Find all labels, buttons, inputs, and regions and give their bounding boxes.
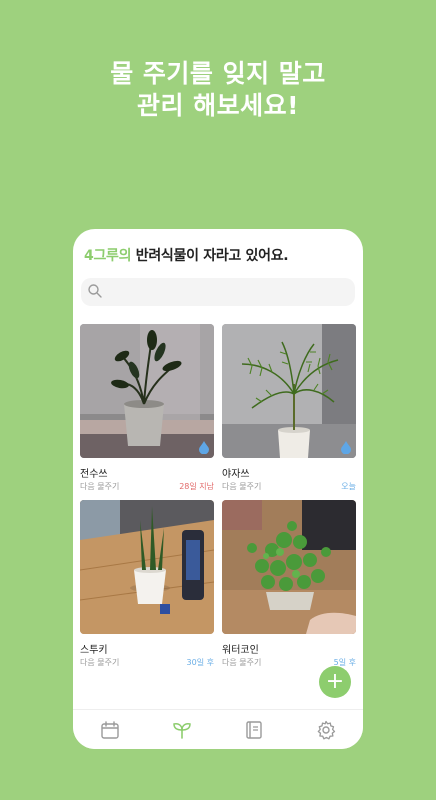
- water-drop-icon: [340, 440, 352, 454]
- gear-icon[interactable]: [315, 719, 337, 741]
- next-water-label: 다음 물주기: [80, 658, 120, 667]
- next-water-label: 다음 물주기: [222, 658, 262, 667]
- headline-line-2: 관리 해보세요!: [136, 91, 300, 120]
- promo-headline: 물 주기를 잊지 말고 관리 해보세요!: [0, 58, 436, 122]
- search-input[interactable]: [81, 278, 355, 306]
- page-title: 4그루의 반려식물이 자라고 있어요.: [84, 245, 289, 265]
- add-plant-button[interactable]: +: [319, 666, 351, 698]
- plant-name: 워터코인: [222, 645, 259, 656]
- plant-photo: [80, 500, 214, 634]
- plant-photo: [80, 324, 214, 458]
- plant-photo: [222, 500, 356, 634]
- water-drop-icon: [198, 440, 210, 454]
- water-due-status: 오늘: [341, 482, 356, 491]
- page-title-rest: 반려식물이 자라고 있어요.: [131, 248, 289, 264]
- sprout-icon[interactable]: [171, 719, 193, 741]
- notebook-icon[interactable]: [243, 719, 265, 741]
- plant-name: 전수쓰: [80, 469, 108, 480]
- water-due-status: 30일 후: [186, 658, 214, 667]
- plant-photo: [222, 324, 356, 458]
- search-icon: [87, 283, 103, 303]
- plant-name: 스투키: [80, 645, 108, 656]
- water-due-status: 28일 지남: [179, 482, 214, 491]
- plant-name: 야자쓰: [222, 469, 250, 480]
- plant-count: 4그루의: [84, 248, 132, 264]
- next-water-label: 다음 물주기: [80, 482, 120, 491]
- calendar-icon[interactable]: [99, 719, 121, 741]
- headline-line-1: 물 주기를 잊지 말고: [110, 59, 326, 88]
- next-water-label: 다음 물주기: [222, 482, 262, 491]
- bottom-nav: [73, 709, 363, 749]
- app-screen: 4그루의 반려식물이 자라고 있어요. 전수쓰 다음 물주기 28일 지남 야자…: [73, 229, 363, 749]
